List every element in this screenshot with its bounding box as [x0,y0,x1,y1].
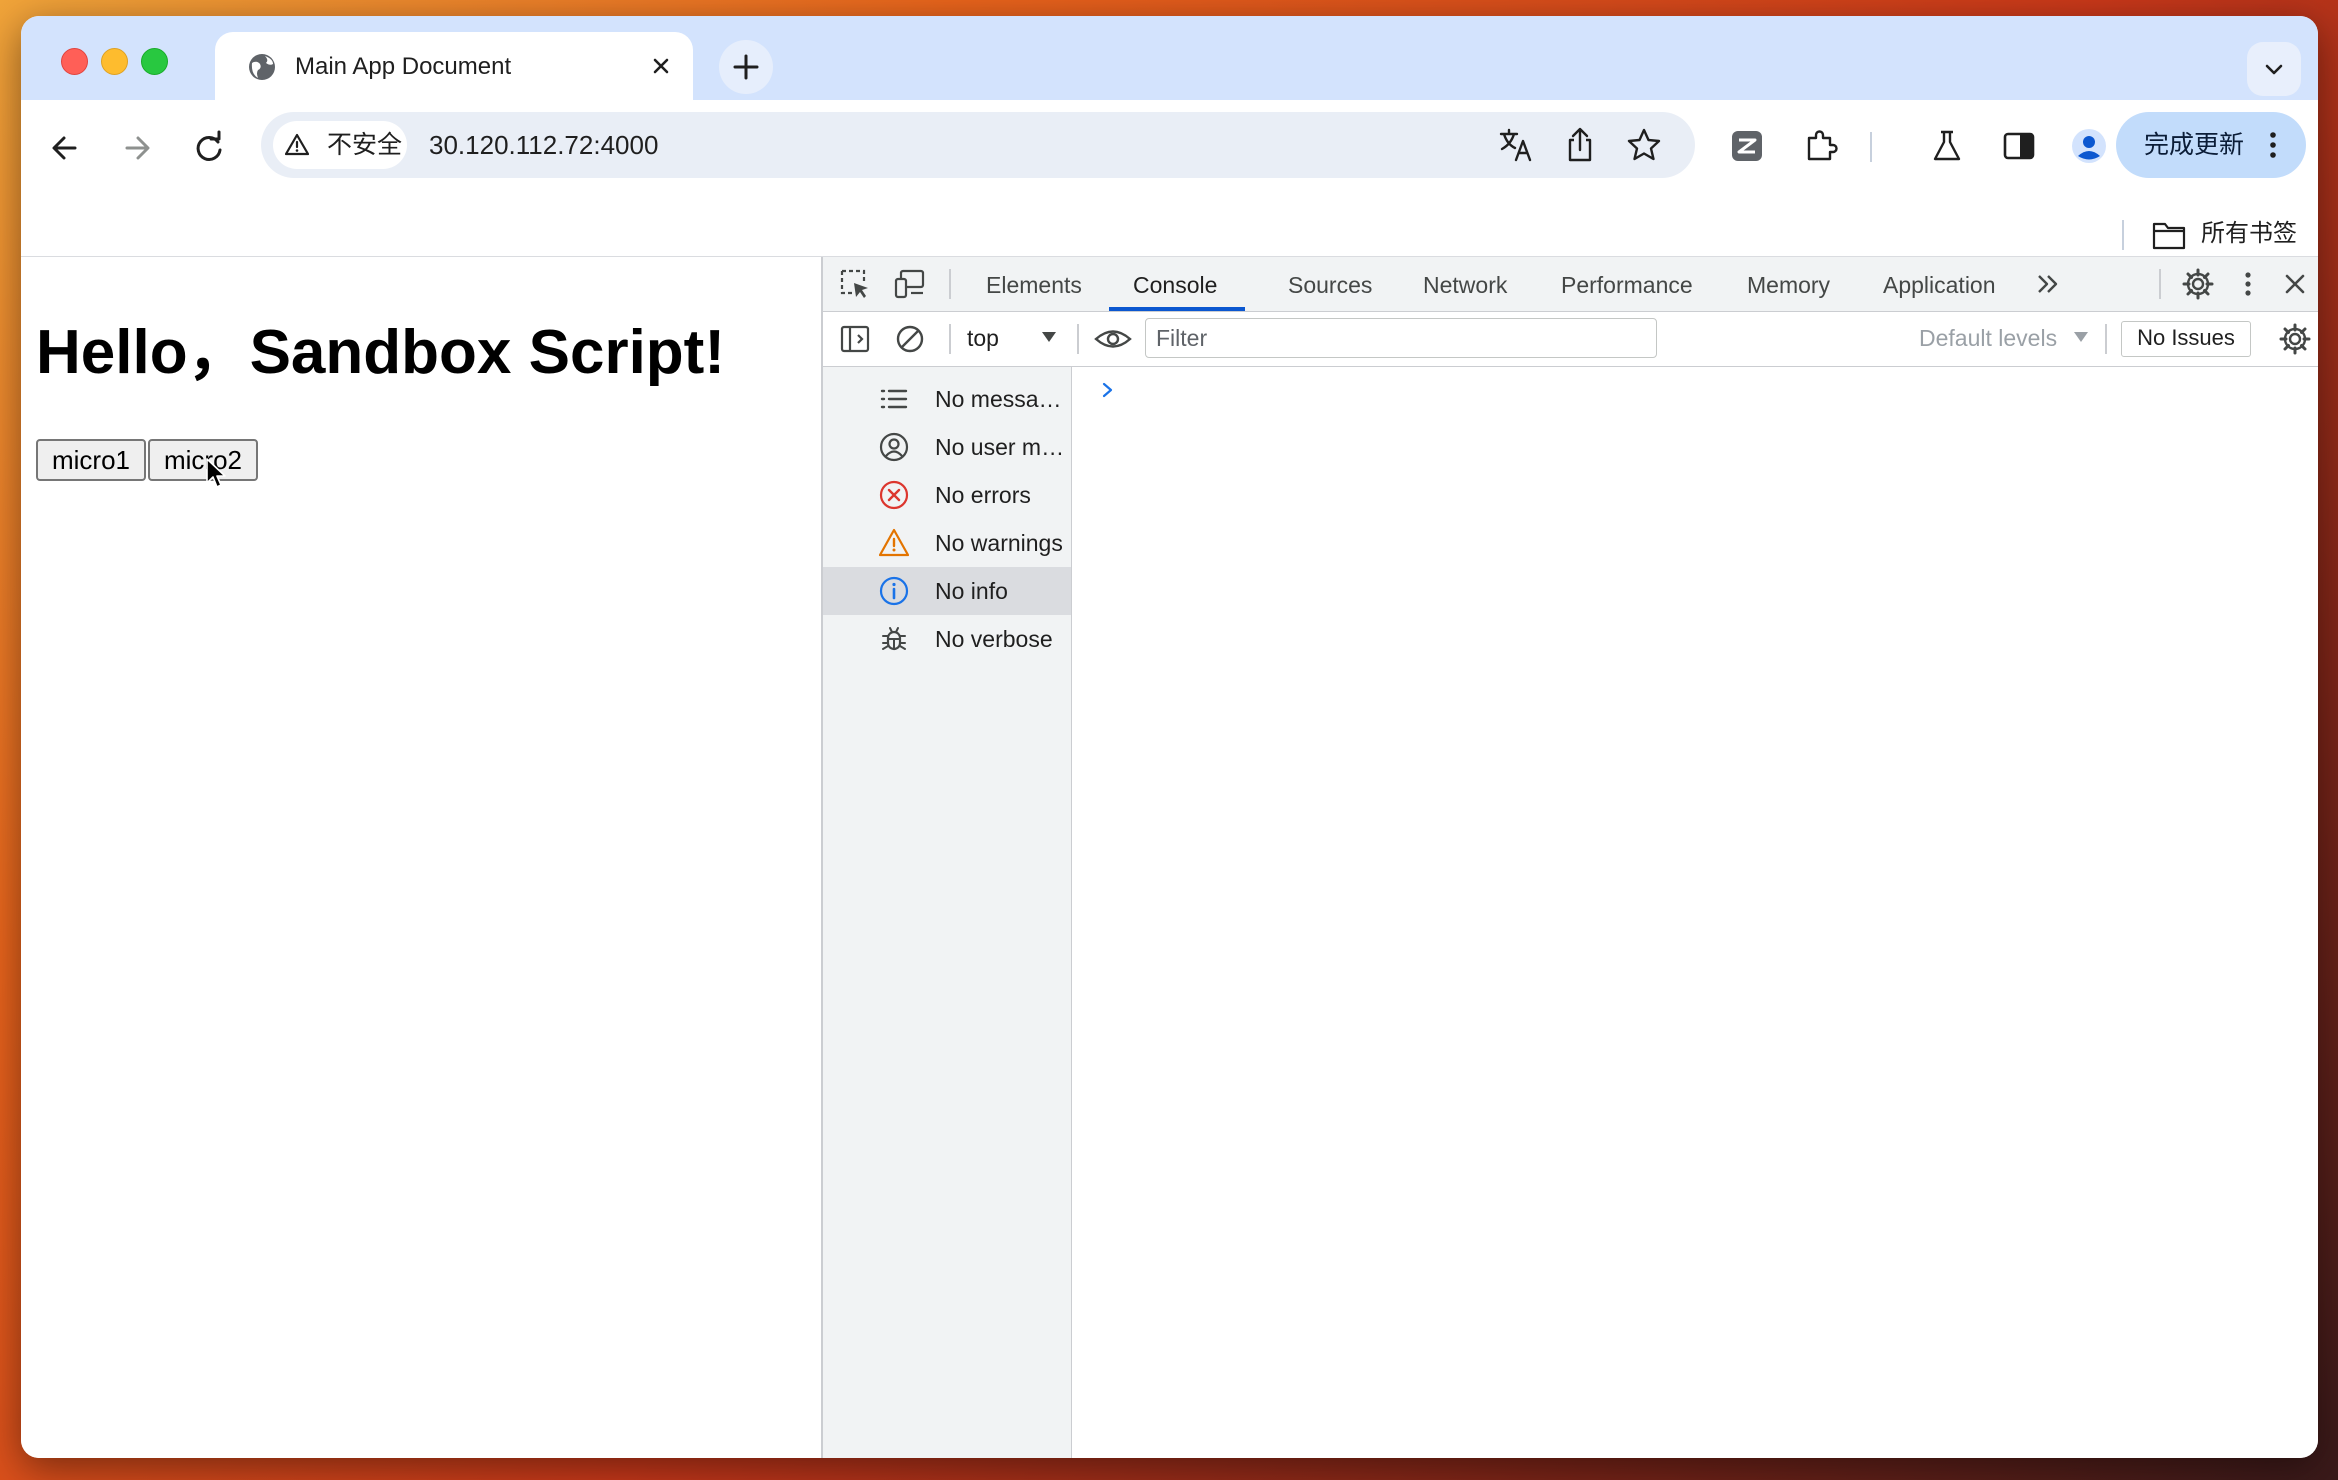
bookmarks-divider [2122,220,2124,250]
labs-flask-icon[interactable] [1929,128,1965,164]
tab-network[interactable]: Network [1423,271,1507,299]
console-sidebar: No messa… No user m… No errors No warnin… [823,367,1072,1458]
bug-icon [882,627,906,651]
execution-context-label[interactable]: top [967,324,999,352]
inspect-element-icon[interactable] [838,267,872,301]
issues-button[interactable]: No Issues [2121,321,2251,357]
close-window-button[interactable] [61,48,88,75]
tab-title: Main App Document [295,53,512,80]
sidebar-item-info[interactable]: No info [823,567,1071,615]
globe-icon [249,54,275,80]
back-icon[interactable] [43,126,87,170]
mouse-cursor-icon [206,458,226,488]
error-icon [879,480,909,510]
sidebar-item-label: No verbose [935,626,1053,652]
log-levels-dropdown[interactable]: Default levels [1919,324,2057,352]
devtools-divider [2159,269,2161,299]
bookmark-star-icon[interactable] [1625,126,1663,164]
active-tab-indicator [1109,307,1245,311]
warning-triangle-icon [285,133,309,156]
security-label: 不安全 [327,131,403,159]
console-filter-bar: top Default levels No Issues [823,312,2318,367]
tab-console[interactable]: Console [1133,271,1217,299]
clear-console-icon[interactable] [893,322,927,356]
tab-memory[interactable]: Memory [1747,271,1830,299]
translate-icon[interactable] [1497,126,1535,164]
plus-icon [733,54,759,80]
tab-application[interactable]: Application [1883,271,1996,299]
sidebar-toggle-icon[interactable] [838,322,872,356]
sidebar-item-errors[interactable]: No errors [823,471,1071,519]
sidebar-item-messages[interactable]: No messa… [823,375,1071,423]
browser-window: Main App Document 不安全 30.120.112.72:4000… [21,16,2318,1458]
devtools-divider [949,269,951,299]
more-vert-icon [2270,132,2276,158]
update-label: 完成更新 [2144,131,2245,159]
devtools-tab-bar: Elements Console Sources Network Perform… [823,257,2318,312]
browser-tab[interactable]: Main App Document [215,32,693,100]
close-tab-icon[interactable] [647,52,675,80]
page-heading: Hello，Sandbox Script! [36,318,725,387]
more-tabs-chevron-icon[interactable] [2031,267,2065,301]
sidebar-item-label: No info [935,578,1008,604]
live-expression-eye-icon[interactable] [1093,322,1133,356]
micro2-button[interactable]: micro2 [148,439,259,481]
new-tab-button[interactable] [719,40,773,94]
tab-elements[interactable]: Elements [986,271,1082,299]
context-dropdown-icon[interactable] [1041,331,1057,343]
chevron-down-icon [2265,64,2283,75]
url-text[interactable]: 30.120.112.72:4000 [429,130,658,160]
forward-icon[interactable] [115,126,159,170]
tab-performance[interactable]: Performance [1561,271,1693,299]
toolbar-divider [1870,132,1872,162]
levels-dropdown-icon[interactable] [2073,331,2089,343]
sidebar-item-label: No user m… [935,434,1065,460]
reload-icon[interactable] [187,126,231,170]
extensions-puzzle-icon[interactable] [1803,128,1839,164]
minimize-window-button[interactable] [101,48,128,75]
sidebar-item-user-messages[interactable]: No user m… [823,423,1071,471]
update-chrome-button[interactable]: 完成更新 [2116,112,2306,178]
tab-strip: Main App Document [21,16,2318,100]
console-prompt-chevron-icon [1102,382,1113,398]
sidebar-item-label: No errors [935,482,1031,508]
console-settings-gear-icon[interactable] [2278,322,2312,356]
sidebar-item-warnings[interactable]: No warnings [823,519,1071,567]
devtools-divider [2105,324,2107,354]
console-filter-input[interactable] [1145,318,1657,358]
tab-sources[interactable]: Sources [1288,271,1372,299]
devtools-divider [1077,324,1079,354]
devtools-panel: Elements Console Sources Network Perform… [821,257,2318,1458]
sidebar-item-label: No messa… [935,386,1062,412]
device-toolbar-icon[interactable] [893,267,927,301]
close-devtools-icon[interactable] [2278,267,2312,301]
warning-icon [879,528,909,557]
micro1-button[interactable]: micro1 [36,439,147,481]
profile-avatar-icon[interactable] [2071,128,2107,164]
sidebar-item-verbose[interactable]: No verbose [823,615,1071,663]
extension-app-icon[interactable] [1729,128,1765,164]
address-bar[interactable]: 不安全 30.120.112.72:4000 [261,112,1695,178]
info-icon [879,576,909,606]
devtools-divider [949,324,951,354]
page-viewport: Hello，Sandbox Script! micro1 micro2 [21,257,821,1458]
user-icon [879,432,909,462]
fullscreen-window-button[interactable] [141,48,168,75]
tab-search-button[interactable] [2247,42,2301,96]
bookmarks-bar [21,196,2318,256]
all-bookmarks-label[interactable]: 所有书签 [2201,219,2297,249]
share-icon[interactable] [1561,126,1599,164]
settings-gear-icon[interactable] [2181,267,2215,301]
list-icon [880,389,908,409]
side-panel-icon[interactable] [2001,128,2037,164]
site-security-chip[interactable]: 不安全 [273,121,407,169]
folder-icon[interactable] [2151,218,2187,252]
more-options-icon[interactable] [2231,267,2265,301]
sidebar-item-label: No warnings [935,530,1063,556]
